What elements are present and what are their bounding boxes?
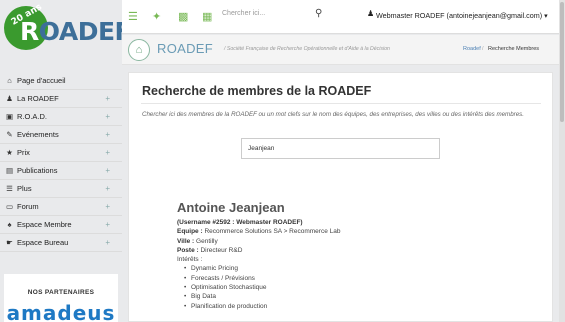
page-scrollbar[interactable] [559, 0, 565, 322]
member-name: Antoine Jeanjean [177, 200, 285, 215]
breadcrumb-separator: / [482, 46, 484, 52]
equipe-label: Equipe : [177, 228, 203, 236]
person-icon: ♟ [6, 94, 13, 103]
logo-text: ROADEF [20, 17, 132, 46]
list-item: Planification de production [177, 302, 340, 312]
sidebar-item-label: Evénements [17, 130, 59, 139]
document-icon: ▤ [5, 166, 14, 175]
ville-value: Gentilly [196, 237, 218, 245]
member-username: (Username #2592 : Webmaster ROADEF) [177, 219, 303, 226]
user-name: Webmaster ROADEF (antoinejeanjean@gmail.… [376, 11, 543, 20]
roadef-logo[interactable]: 20 ans ROADEF [2, 2, 132, 64]
page-description: Chercher ici des membres de la ROADEF ou… [142, 111, 524, 118]
partners-box: NOS PARTENAIRES amadeus [4, 274, 118, 322]
edit-icon: ✎ [6, 130, 13, 139]
expand-icon[interactable]: + [105, 180, 110, 198]
amadeus-logo[interactable]: amadeus [4, 301, 118, 322]
sidebar-item-espace-membre[interactable]: ♠ Espace Membre + [0, 216, 122, 234]
sidebar-item-accueil[interactable]: ⌂ Page d'accueil [0, 72, 122, 90]
expand-icon[interactable]: + [105, 144, 110, 162]
partners-title: NOS PARTENAIRES [27, 289, 95, 296]
twitter-icon[interactable]: ✦ [152, 10, 161, 23]
home-icon[interactable]: ⌂ [128, 39, 150, 61]
sidebar-item-forum[interactable]: ▭ Forum + [0, 198, 122, 216]
member-search-input[interactable] [241, 138, 440, 159]
breadcrumb-current: Recherche Membres [488, 46, 540, 52]
monitor-icon: ▭ [5, 202, 14, 211]
book-icon: ▣ [5, 112, 14, 121]
interets-label: Intérêts : [177, 256, 203, 264]
logo-letter-r: R [20, 17, 39, 46]
user-icon: ♟ [367, 9, 375, 18]
equipe-value: Recommerce Solutions SA > Recommerce Lab [204, 228, 341, 236]
poste-value: Directeur R&D [200, 246, 243, 254]
trophy-icon: ★ [6, 148, 13, 157]
expand-icon[interactable]: + [105, 90, 110, 108]
sidebar-item-label: R.O.A.D. [17, 112, 48, 121]
ville-label: Ville : [177, 237, 195, 245]
main-card: Recherche de membres de la ROADEF Cherch… [128, 72, 553, 322]
site-subtitle: / Société Française de Recherche Opérati… [224, 46, 390, 52]
list-item: Forecasts / Prévisions [177, 274, 340, 284]
divider [141, 103, 541, 104]
group-icon: ♠ [7, 220, 12, 229]
expand-icon[interactable]: + [105, 198, 110, 216]
sidebar-item-label: La ROADEF [17, 94, 59, 103]
page-header: ⌂ ROADEF / Société Française de Recherch… [122, 35, 565, 65]
sidebar-item-label: Page d'accueil [17, 76, 66, 85]
site-title: ROADEF [157, 41, 213, 56]
expand-icon[interactable]: + [105, 234, 110, 252]
home-icon: ⌂ [7, 76, 12, 85]
logo-letters: OADEF [38, 17, 132, 46]
sidebar-item-prix[interactable]: ★ Prix + [0, 144, 122, 162]
sidebar-item-publications[interactable]: ▤ Publications + [0, 162, 122, 180]
top-search-input[interactable]: Chercher ici... [222, 10, 265, 17]
sidebar-item-label: Plus [17, 184, 32, 193]
sidebar-item-label: Forum [17, 202, 39, 211]
list-item: Dynamic Pricing [177, 264, 340, 274]
expand-icon[interactable]: + [105, 108, 110, 126]
poste-label: Poste : [177, 246, 199, 254]
sidebar-item-evenements[interactable]: ✎ Evénements + [0, 126, 122, 144]
menu-icon[interactable]: ☰ [128, 10, 138, 23]
sidebar: 20 ans ROADEF ⌂ Page d'accueil ♟ La ROAD… [0, 0, 132, 322]
scrollbar-thumb[interactable] [560, 2, 564, 122]
sidebar-item-espace-bureau[interactable]: ☛ Espace Bureau + [0, 234, 122, 252]
expand-icon[interactable]: + [105, 126, 110, 144]
expand-icon[interactable]: + [105, 162, 110, 180]
user-menu[interactable]: Webmaster ROADEF (antoinejeanjean@gmail.… [376, 11, 548, 20]
caret-down-icon: ▾ [544, 11, 548, 20]
facebook-icon[interactable]: ▩ [178, 10, 188, 23]
sidebar-item-label: Prix [17, 148, 30, 157]
member-details: (Username #2592 : Webmaster ROADEF) Equi… [177, 218, 340, 311]
search-icon[interactable]: ⚲ [315, 8, 322, 19]
list-icon: ☰ [6, 184, 13, 193]
expand-icon[interactable]: + [105, 216, 110, 234]
list-item: Optimisation Stochastique [177, 283, 340, 293]
sidebar-item-label: Espace Bureau [17, 238, 69, 247]
linkedin-icon[interactable]: ▦ [202, 10, 212, 23]
sidebar-item-label: Publications [17, 166, 58, 175]
top-bar: ☰ ✦ ▩ ▦ Chercher ici... ⚲ ♟ Webmaster RO… [122, 0, 565, 34]
sidebar-item-la-roadef[interactable]: ♟ La ROADEF + [0, 90, 122, 108]
sidebar-item-plus[interactable]: ☰ Plus + [0, 180, 122, 198]
interests-list: Dynamic Pricing Forecasts / Prévisions O… [177, 264, 340, 312]
breadcrumb-home[interactable]: Roadef [463, 46, 481, 52]
sidebar-item-road[interactable]: ▣ R.O.A.D. + [0, 108, 122, 126]
list-item: Big Data [177, 292, 340, 302]
sidebar-item-label: Espace Membre [17, 220, 72, 229]
handshake-icon: ☛ [6, 238, 13, 247]
page-title: Recherche de membres de la ROADEF [142, 84, 372, 98]
sidebar-menu: ⌂ Page d'accueil ♟ La ROADEF + ▣ R.O.A.D… [0, 72, 122, 252]
